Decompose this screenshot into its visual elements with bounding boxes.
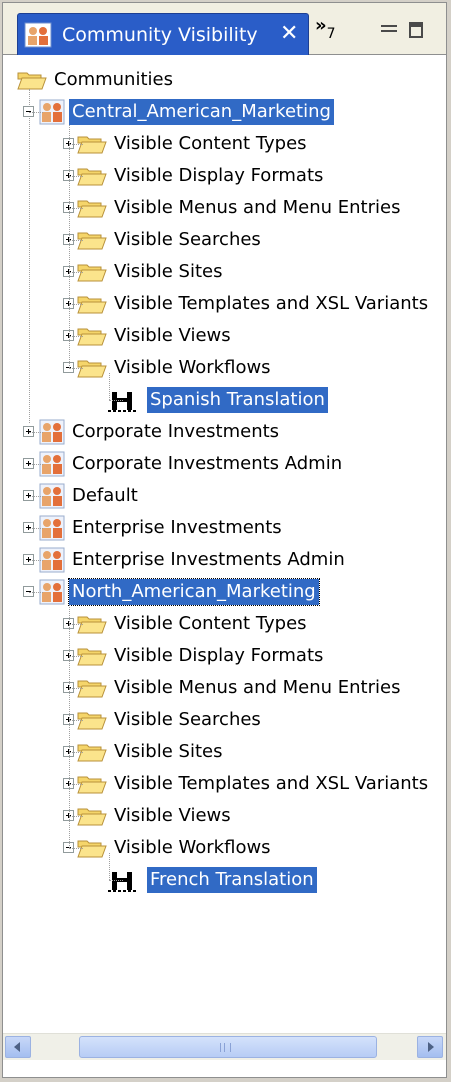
- community-label: Corporate Investments: [72, 421, 280, 442]
- tree-item-community[interactable]: Default: [3, 481, 446, 511]
- tree-connector: [69, 816, 83, 817]
- community-label: Default: [72, 485, 138, 506]
- tree-guide: [69, 125, 70, 368]
- tab-community-visibility[interactable]: Community Visibility ✕: [17, 13, 309, 55]
- workflow-icon: [108, 392, 136, 412]
- folder-label: Visible Display Formats: [114, 165, 324, 186]
- tree-item-community[interactable]: Corporate Investments Admin: [3, 449, 446, 479]
- tree-connector: [69, 272, 83, 273]
- tree-guide: [69, 605, 70, 848]
- minimize-button[interactable]: [379, 21, 399, 41]
- communities-tree[interactable]: Communities Central_American_Marketing V…: [3, 55, 446, 1019]
- folder-label: Visible Display Formats: [114, 645, 324, 666]
- community-label: Enterprise Investments: [72, 517, 282, 538]
- folder-label: Visible Menus and Menu Entries: [114, 677, 401, 698]
- tree-connector: [29, 112, 43, 113]
- tree-connector: [69, 720, 83, 721]
- folder-label: Visible Sites: [114, 261, 223, 282]
- community-label: Corporate Investments Admin: [72, 453, 343, 474]
- folder-label: Visible Searches: [114, 229, 261, 250]
- tree-item-community[interactable]: North_American_Marketing: [3, 577, 446, 607]
- tree-connector: [69, 752, 83, 753]
- folder-label: Visible Sites: [114, 741, 223, 762]
- tree-connector: [109, 400, 123, 401]
- folder-label: Visible Templates and XSL Variants: [114, 773, 429, 794]
- tree-item-workflow[interactable]: Spanish Translation: [3, 385, 446, 415]
- community-label: Enterprise Investments Admin: [72, 549, 345, 570]
- grip-icon: [220, 1043, 231, 1052]
- tree-item-community[interactable]: Enterprise Investments Admin: [3, 545, 446, 575]
- view-title-bar: Community Visibility ✕ »7: [3, 3, 446, 55]
- tree-item-community[interactable]: Corporate Investments: [3, 417, 446, 447]
- scroll-thumb[interactable]: [79, 1036, 377, 1058]
- tree-connector: [29, 592, 43, 593]
- tree-connector: [69, 336, 83, 337]
- tree-connector: [29, 432, 43, 433]
- folder-label: Visible Workflows: [114, 357, 271, 378]
- folder-label: Visible Workflows: [114, 837, 271, 858]
- tree-root[interactable]: Communities: [3, 65, 446, 95]
- horizontal-scrollbar[interactable]: [3, 1033, 446, 1060]
- community-visibility-view: Community Visibility ✕ »7 Communities Ce…: [2, 2, 447, 1078]
- folder-label: Visible Templates and XSL Variants: [114, 293, 429, 314]
- folder-label: Visible Content Types: [114, 133, 307, 154]
- tree-connector: [69, 784, 83, 785]
- tree-root-label: Communities: [54, 69, 173, 90]
- tree-item-workflow[interactable]: French Translation: [3, 865, 446, 895]
- folder-label: Visible Views: [114, 325, 231, 346]
- folder-open-icon: [17, 72, 47, 90]
- view-title: Community Visibility: [62, 24, 258, 46]
- tree-connector: [69, 848, 83, 849]
- tree-guide: [109, 853, 110, 880]
- community-label: Central_American_Marketing: [69, 99, 334, 125]
- workflow-label: Spanish Translation: [147, 387, 328, 413]
- tree-connector: [69, 304, 83, 305]
- tree-connector: [69, 368, 83, 369]
- tree-item-community[interactable]: Enterprise Investments: [3, 513, 446, 543]
- workflow-label: French Translation: [147, 867, 317, 893]
- tree-connector: [29, 464, 43, 465]
- community-label: North_American_Marketing: [68, 578, 320, 606]
- tree-connector: [29, 560, 43, 561]
- tree-connector: [69, 240, 83, 241]
- overflow-count: 7: [326, 26, 336, 42]
- tree-connector: [109, 880, 123, 881]
- folder-label: Visible Content Types: [114, 613, 307, 634]
- tree-connector: [29, 496, 43, 497]
- tree-connector: [69, 656, 83, 657]
- tree-connector: [69, 688, 83, 689]
- workflow-icon: [108, 872, 136, 892]
- close-icon[interactable]: ✕: [280, 23, 298, 45]
- chevron-icon: »: [315, 15, 327, 36]
- tree-item-community[interactable]: Central_American_Marketing: [3, 97, 446, 127]
- community-icon: [24, 22, 52, 48]
- tree-connector: [69, 144, 83, 145]
- folder-label: Visible Menus and Menu Entries: [114, 197, 401, 218]
- tree-connector: [69, 208, 83, 209]
- view-overflow-chevron[interactable]: »7: [315, 15, 336, 42]
- folder-label: Visible Views: [114, 805, 231, 826]
- maximize-button[interactable]: [407, 21, 427, 41]
- tree-guide: [109, 373, 110, 400]
- scroll-left-button[interactable]: [5, 1036, 31, 1058]
- tree-connector: [29, 528, 43, 529]
- tree-connector: [69, 176, 83, 177]
- folder-label: Visible Searches: [114, 709, 261, 730]
- scroll-right-button[interactable]: [417, 1036, 443, 1058]
- tree-connector: [69, 624, 83, 625]
